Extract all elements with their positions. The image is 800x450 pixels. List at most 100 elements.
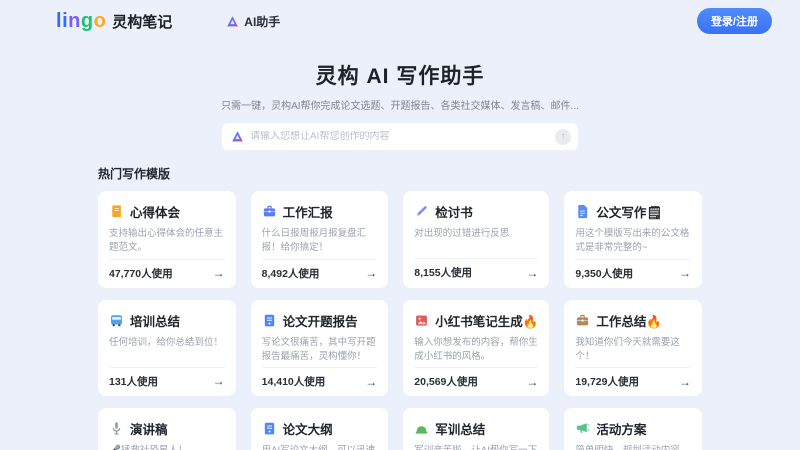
card-header: 军训总结 [414, 419, 538, 438]
template-card[interactable]: 演讲稿 🎤拯救社恐星人！ 11,613人使用 → [98, 408, 236, 450]
card-footer: 47,770人使用 → [109, 259, 225, 281]
template-card[interactable]: 公文写作🗒 用这个模版写出来的公文格式是非常完整的~ 9,350人使用 → [564, 191, 702, 288]
template-grid: 心得体会 支持输出心得体会的任意主题范文。 47,770人使用 → 工作汇报 什… [98, 191, 702, 450]
template-description: 输入你想发布的内容，帮你生成小红书的风格。 [414, 336, 538, 365]
template-title: 论文大纲 [283, 419, 333, 438]
arrow-right-icon[interactable]: → [213, 374, 225, 388]
card-header: 工作汇报 [262, 202, 378, 221]
card-header: 检讨书 [414, 202, 538, 221]
pen-icon [414, 204, 429, 219]
template-title: 培训总结 [130, 311, 180, 330]
card-footer: 19,729人使用 → [575, 367, 691, 389]
usage-count: 20,569人使用 [414, 374, 478, 389]
template-title: 活动方案 [596, 419, 646, 438]
template-title: 公文写作🗒 [596, 202, 662, 221]
template-description: 简单明快，规划活动内容 [575, 444, 691, 450]
template-description: 任何培训，给你总结到位！ [109, 336, 225, 364]
card-footer: 8,492人使用 → [262, 259, 378, 281]
template-description: 🎤拯救社恐星人！ [109, 444, 225, 450]
app-logo[interactable]: lingo 灵构笔记 [56, 11, 172, 32]
card-header: 论文大纲 [262, 419, 378, 438]
template-title: 工作总结🔥 [596, 311, 662, 330]
card-footer: 8,155人使用 → [414, 258, 538, 280]
nav-item-ai-assistant[interactable]: AI助手 [226, 13, 280, 30]
template-card[interactable]: 论文大纲 用AI写论文大纲，可以迅速启发思路。 13,515人使用 → [251, 408, 389, 450]
template-description: 支持输出心得体会的任意主题范文。 [109, 227, 225, 256]
template-description: 对出现的过错进行反思 [414, 227, 538, 255]
template-description: 我知道你们今天就需要这个！ [575, 336, 691, 365]
usage-count: 19,729人使用 [575, 374, 639, 389]
template-title: 检讨书 [435, 202, 473, 221]
usage-count: 8,492人使用 [262, 266, 320, 281]
template-card[interactable]: 培训总结 任何培训，给你总结到位！ 131人使用 → [98, 300, 236, 397]
template-description: 用这个模版写出来的公文格式是非常完整的~ [575, 227, 691, 256]
logo-wordmark: lingo [56, 11, 106, 31]
card-footer: 14,410人使用 → [262, 367, 378, 389]
page-subtitle: 只需一键，灵构AI帮你完成论文选题、开题报告、各类社交媒体、发言稿、邮件... [0, 97, 800, 112]
arrow-right-icon[interactable]: → [526, 266, 538, 280]
doc-icon [575, 204, 590, 219]
hot-templates-section: 热门写作模版 心得体会 支持输出心得体会的任意主题范文。 47,770人使用 →… [98, 165, 702, 450]
template-card[interactable]: 论文开题报告 写论文很痛苦，其中写开题报告最痛苦，灵构懂你！ 14,410人使用… [251, 300, 389, 397]
login-register-button[interactable]: 登录/注册 [697, 8, 772, 34]
book-icon [109, 204, 124, 219]
mic-icon [109, 421, 124, 436]
template-card[interactable]: 工作总结🔥 我知道你们今天就需要这个！ 19,729人使用 → [564, 300, 702, 397]
nav-ai-label: AI助手 [244, 13, 280, 30]
arrow-right-icon[interactable]: → [213, 266, 225, 280]
card-header: 演讲稿 [109, 419, 225, 438]
ai-prompt-bar: ↑ [222, 123, 578, 150]
template-title: 工作汇报 [283, 202, 333, 221]
card-footer: 131人使用 → [109, 367, 225, 389]
card-header: 活动方案 [575, 419, 691, 438]
arrow-right-icon[interactable]: → [679, 375, 691, 389]
card-footer: 9,350人使用 → [575, 259, 691, 281]
image-icon [414, 313, 429, 328]
card-header: 小红书笔记生成🔥 [414, 311, 538, 330]
logo-letter: n [68, 10, 81, 32]
template-title: 小红书笔记生成🔥 [435, 311, 538, 330]
template-title: 演讲稿 [130, 419, 168, 438]
arrow-right-icon[interactable]: → [526, 375, 538, 389]
template-description: 什么日报周报月报复盘汇报！给你搞定！ [262, 227, 378, 256]
template-card[interactable]: 小红书笔记生成🔥 输入你想发布的内容，帮你生成小红书的风格。 20,569人使用… [403, 300, 549, 397]
template-card[interactable]: 工作汇报 什么日报周报月报复盘汇报！给你搞定！ 8,492人使用 → [251, 191, 389, 288]
card-header: 工作总结🔥 [575, 311, 691, 330]
usage-count: 131人使用 [109, 374, 158, 389]
ai-logo-icon [231, 130, 244, 143]
card-footer: 20,569人使用 → [414, 367, 538, 389]
brand-name: 灵构笔记 [112, 11, 172, 32]
template-description: 军训辛苦啦，让AI帮你写一下军训总结吧！ [414, 444, 538, 450]
template-title: 论文开题报告 [283, 311, 358, 330]
ai-prompt-input[interactable] [250, 131, 549, 142]
usage-count: 14,410人使用 [262, 374, 326, 389]
section-title: 热门写作模版 [98, 165, 702, 182]
template-description: 用AI写论文大纲，可以迅速启发思路。 [262, 444, 378, 450]
logo-letter: g [81, 10, 94, 32]
briefcase-icon [575, 313, 590, 328]
submit-arrow-button[interactable]: ↑ [555, 129, 571, 145]
usage-count: 9,350人使用 [575, 266, 633, 281]
arrow-right-icon[interactable]: → [365, 266, 377, 280]
notebook-icon [262, 313, 277, 328]
template-card[interactable]: 活动方案 简单明快，规划活动内容 10,710人使用 → [564, 408, 702, 450]
arrow-right-icon[interactable]: → [365, 375, 377, 389]
card-header: 公文写作🗒 [575, 202, 691, 221]
notebook-icon [262, 421, 277, 436]
logo-letter: o [94, 10, 107, 32]
bus-icon [109, 313, 124, 328]
helmet-icon [414, 421, 429, 436]
card-header: 培训总结 [109, 311, 225, 330]
template-card[interactable]: 心得体会 支持输出心得体会的任意主题范文。 47,770人使用 → [98, 191, 236, 288]
template-card[interactable]: 检讨书 对出现的过错进行反思 8,155人使用 → [403, 191, 549, 288]
arrow-right-icon[interactable]: → [679, 266, 691, 280]
template-description: 写论文很痛苦，其中写开题报告最痛苦，灵构懂你！ [262, 336, 378, 365]
card-header: 论文开题报告 [262, 311, 378, 330]
template-card[interactable]: 军训总结 军训辛苦啦，让AI帮你写一下军训总结吧！ 4,517人使用 → [403, 408, 549, 450]
template-title: 军训总结 [435, 419, 485, 438]
page-title: 灵构 AI 写作助手 [0, 60, 800, 90]
usage-count: 47,770人使用 [109, 266, 173, 281]
megaphone-icon [575, 421, 590, 436]
template-title: 心得体会 [130, 202, 180, 221]
briefcase-icon [262, 204, 277, 219]
